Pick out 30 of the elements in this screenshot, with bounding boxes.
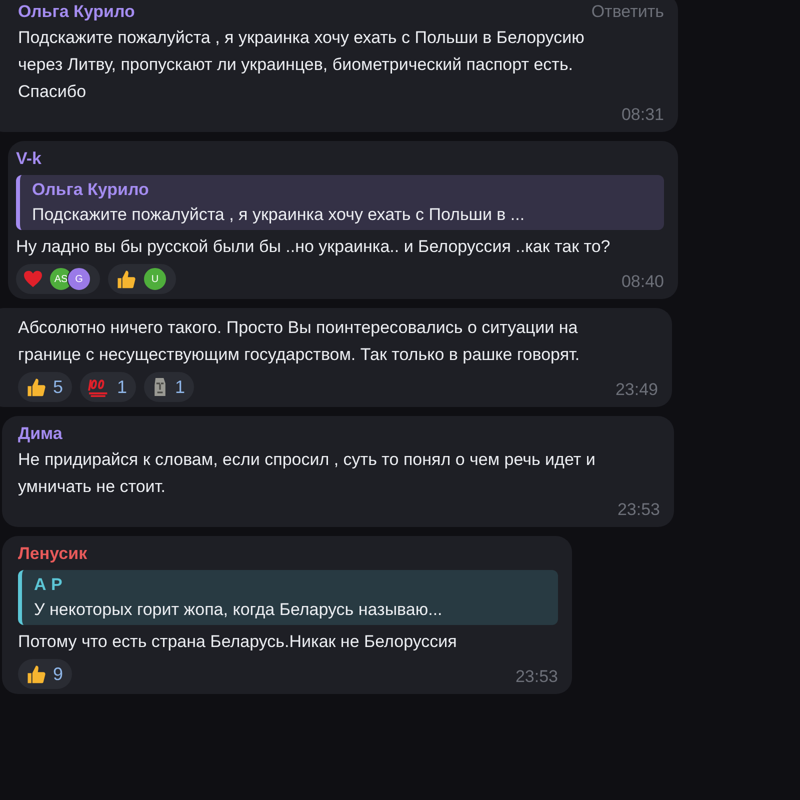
reaction-chip[interactable]: 9 <box>18 659 72 689</box>
sender-name: Дима <box>18 423 62 445</box>
thumbs-up-icon <box>25 663 47 685</box>
quoted-text: Подскажите пожалуйста , я украинка хочу ехать с Польши в ... <box>32 204 526 226</box>
message-time: 23:53 <box>617 500 660 521</box>
message-text: Подскажите пожалуйста , я украинка хочу ехать с Польши в Белорусию через Литву, пропускают ли украинцев, биометрический паспорт есть. Спасибо <box>18 27 586 103</box>
sender-name: Ольга Курило <box>18 1 135 23</box>
message-time: 08:40 <box>621 272 664 293</box>
message-text: Потому что есть страна Беларусь.Никак не Белоруссия <box>18 631 458 653</box>
quoted-text: У некоторых горит жопа, когда Беларусь называю... <box>34 599 444 621</box>
quoted-message[interactable]: А Р У некоторых горит жопа, когда Беларусь называю... <box>18 570 558 625</box>
message-time: 23:49 <box>615 380 658 401</box>
user-avatar: U <box>143 267 167 291</box>
reaction-chip[interactable]: 1 <box>144 372 194 402</box>
reaction-chip[interactable]: 1 <box>80 372 136 402</box>
sender-name: V-k <box>16 148 42 170</box>
message-text: Абсолютно ничего такого. Просто Вы поинтересовались о ситуации на границе с несуществующим государством. Так только в рашке говорят. <box>18 317 581 366</box>
message-text: Ну ладно вы бы русской были бы ..но украинка.. и Белоруссия ..как так то? <box>16 236 612 258</box>
thumbs-up-icon <box>25 376 47 398</box>
message-time: 08:31 <box>621 105 664 126</box>
message-time: 23:53 <box>515 667 558 688</box>
quoted-message[interactable]: Ольга Курило Подскажите пожалуйста , я украинка хочу ехать с Польши в ... <box>16 175 664 230</box>
reaction-chip[interactable]: 5 <box>18 372 72 402</box>
quoted-sender: Ольга Курило <box>32 179 150 201</box>
user-avatar: G <box>67 267 91 291</box>
heart-icon <box>23 270 43 288</box>
sender-name: Ленусик <box>18 543 88 565</box>
thumbs-up-icon <box>115 268 137 290</box>
message-text: Не придирайся к словам, если спросил , суть то понял о чем речь идет и умничать не стоит. <box>18 449 596 498</box>
quoted-sender: А Р <box>34 574 64 596</box>
